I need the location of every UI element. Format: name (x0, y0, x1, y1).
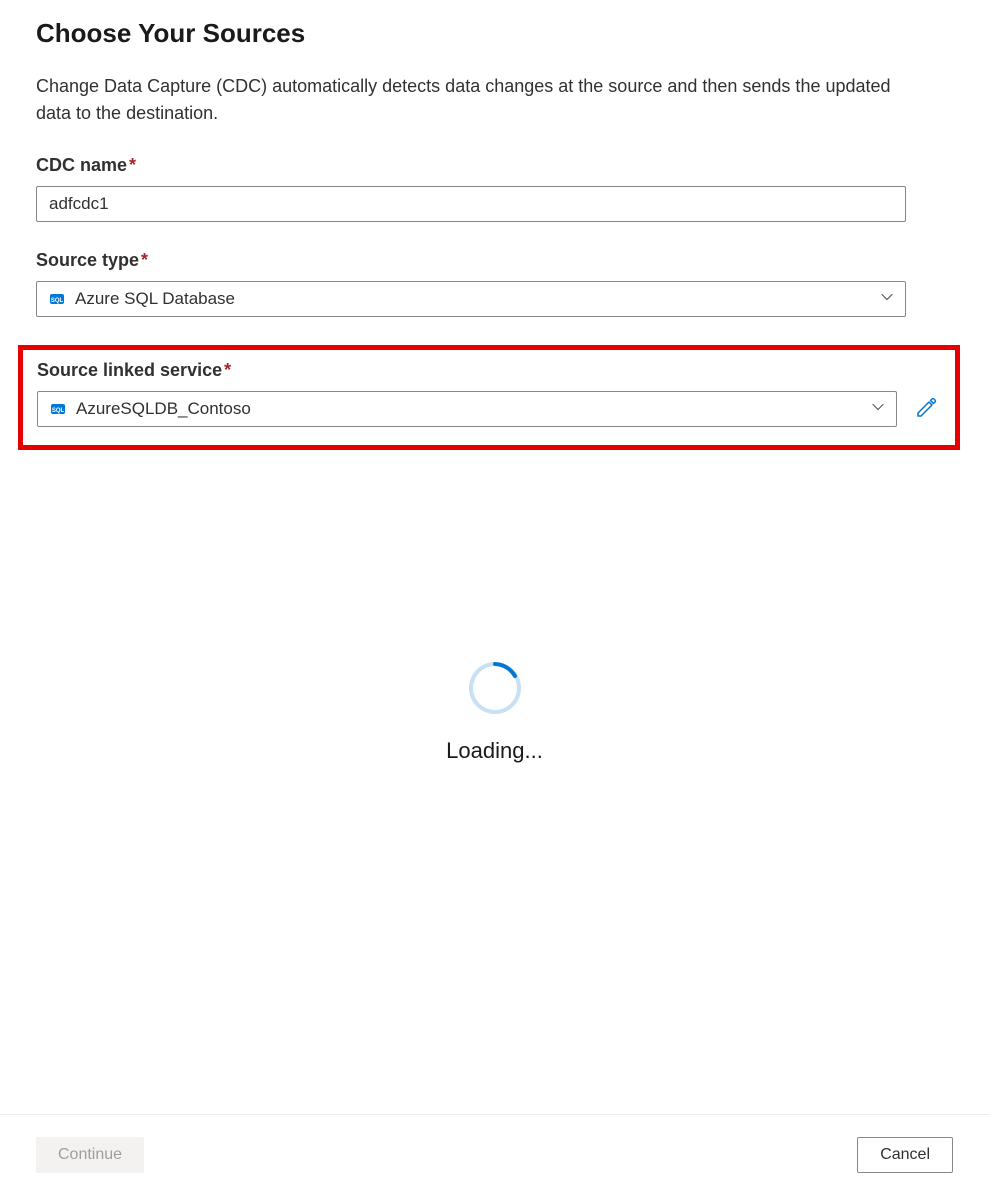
footer: Continue Cancel (0, 1114, 989, 1194)
required-asterisk: * (141, 250, 148, 270)
spinner-icon (467, 660, 523, 716)
source-type-select[interactable]: SQL Azure SQL Database (36, 281, 906, 317)
pencil-icon (915, 397, 937, 422)
linked-service-field-group: Source linked service* SQL AzureSQLDB_Co… (37, 360, 941, 427)
linked-service-select[interactable]: SQL AzureSQLDB_Contoso (37, 391, 897, 427)
sql-icon: SQL (49, 291, 65, 307)
source-type-label: Source type* (36, 250, 953, 271)
loading-indicator: Loading... (0, 660, 989, 764)
required-asterisk: * (129, 155, 136, 175)
highlighted-section: Source linked service* SQL AzureSQLDB_Co… (18, 345, 960, 450)
cdc-name-field-group: CDC name* (36, 155, 953, 222)
cdc-name-input[interactable] (36, 186, 906, 222)
source-type-value: Azure SQL Database (75, 289, 235, 309)
linked-service-select-wrapper: SQL AzureSQLDB_Contoso (37, 391, 897, 427)
svg-text:SQL: SQL (52, 408, 65, 414)
edit-linked-service-button[interactable] (911, 393, 941, 426)
linked-service-row: SQL AzureSQLDB_Contoso (37, 391, 941, 427)
svg-text:SQL: SQL (51, 298, 64, 304)
source-type-field-group: Source type* SQL Azure SQL Database (36, 250, 953, 317)
page-title: Choose Your Sources (36, 18, 953, 49)
sql-icon: SQL (50, 401, 66, 417)
page-description: Change Data Capture (CDC) automatically … (36, 73, 916, 127)
required-asterisk: * (224, 360, 231, 380)
form-content: Choose Your Sources Change Data Capture … (0, 0, 989, 450)
loading-text: Loading... (446, 738, 543, 764)
continue-button[interactable]: Continue (36, 1137, 144, 1173)
cancel-button[interactable]: Cancel (857, 1137, 953, 1173)
source-type-select-wrapper: SQL Azure SQL Database (36, 281, 906, 317)
linked-service-label: Source linked service* (37, 360, 941, 381)
cdc-name-label: CDC name* (36, 155, 953, 176)
linked-service-value: AzureSQLDB_Contoso (76, 399, 251, 419)
